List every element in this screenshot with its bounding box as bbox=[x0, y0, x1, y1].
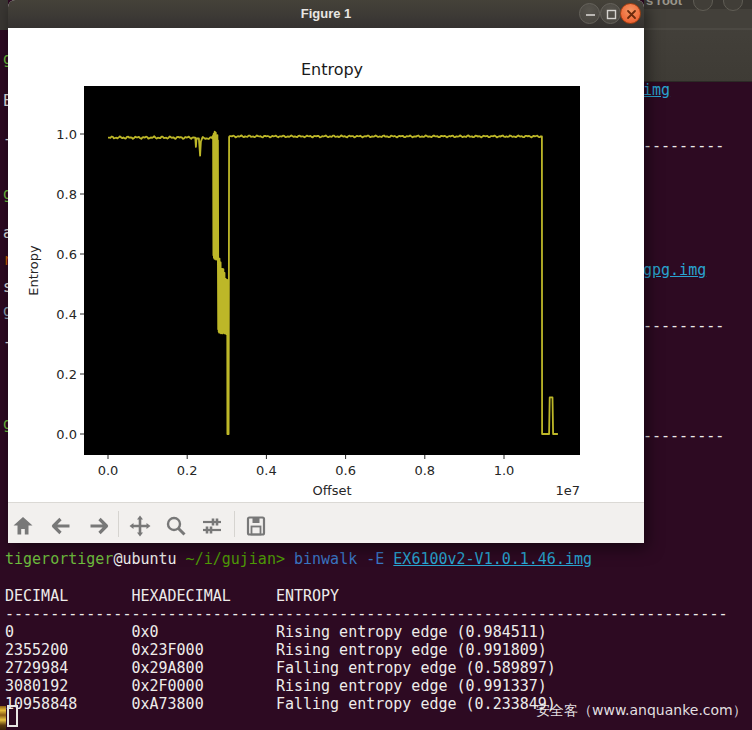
scrollback-separator: --------- bbox=[643, 317, 724, 335]
chart-title: Entropy bbox=[301, 60, 363, 79]
y-tick-label: 0.8 bbox=[56, 187, 77, 202]
x-tick-label: 1.0 bbox=[494, 463, 515, 478]
scrollback-file-link[interactable]: img bbox=[643, 81, 670, 99]
prompt-path: ~/i/gujian> bbox=[177, 550, 285, 568]
prompt-user: tigerortiger bbox=[5, 550, 113, 568]
table-separator: ----------------------------------------… bbox=[5, 605, 727, 623]
y-tick-label: 0.4 bbox=[56, 307, 77, 322]
background-window-title: s root bbox=[646, 0, 682, 8]
left-edge-character: a bbox=[0, 224, 8, 242]
pan-button[interactable] bbox=[128, 514, 152, 538]
toolbar-separator bbox=[234, 511, 235, 537]
back-button[interactable] bbox=[49, 514, 73, 538]
x-axis-label: Offset bbox=[312, 483, 351, 498]
table-row: 27299840x29A800Falling entropy edge (0.5… bbox=[5, 659, 556, 677]
scrollback-file-link[interactable]: gpg.img bbox=[643, 261, 706, 279]
command-file-link[interactable]: EX6100v2-V1.0.1.46.img bbox=[393, 550, 592, 568]
forward-button[interactable] bbox=[87, 514, 111, 538]
scrollback-separator: --------- bbox=[643, 137, 724, 155]
prompt-command: binwalk -E bbox=[285, 550, 393, 568]
table-row: 00x0Rising entropy edge (0.984511) bbox=[5, 623, 547, 641]
y-tick-label: 0.2 bbox=[56, 367, 77, 382]
left-edge-character: g bbox=[0, 302, 8, 320]
left-edge-character: E bbox=[0, 92, 8, 110]
minimize-button[interactable] bbox=[579, 3, 600, 24]
prompt-host: @ubuntu bbox=[113, 550, 176, 568]
x-tick-label: 0.0 bbox=[98, 463, 119, 478]
figure-toolbar bbox=[8, 502, 644, 543]
left-edge-character: - bbox=[0, 130, 8, 148]
table-header-decimal: DECIMAL bbox=[5, 587, 131, 605]
background-window-corner bbox=[0, 0, 8, 30]
partial-icon bbox=[0, 706, 6, 730]
table-header-hexadecimal: HEXADECIMAL bbox=[131, 587, 275, 605]
background-window-header: s root bbox=[644, 0, 752, 82]
x-tick-label: 0.6 bbox=[335, 463, 356, 478]
table-header-row: DECIMALHEXADECIMALENTROPY bbox=[5, 587, 339, 605]
figure-canvas[interactable]: Entropy 0.0 0.2 0.4 0.6 0.8 1.0 0.0 0.2 0.4 0.6 0.8… bbox=[8, 28, 644, 502]
toolbar-separator bbox=[118, 511, 119, 537]
close-button[interactable] bbox=[620, 3, 641, 24]
left-edge-character: r bbox=[0, 251, 8, 269]
left-edge-character: - bbox=[0, 333, 8, 351]
watermark: 安全客（www.anquanke.com） bbox=[536, 702, 747, 720]
y-axis-label: Entropy bbox=[26, 245, 41, 296]
table-row: 109588480xA73800Falling entropy edge (0.… bbox=[5, 695, 556, 713]
background-window-titlebar bbox=[644, 9, 752, 28]
left-edge-character: g bbox=[0, 185, 8, 203]
y-tick-label: 0.6 bbox=[56, 247, 77, 262]
plot-area bbox=[84, 86, 580, 455]
maximize-button[interactable] bbox=[600, 3, 621, 24]
table-row: 30801920x2F0000Rising entropy edge (0.99… bbox=[5, 677, 547, 695]
x-axis-scale: 1e7 bbox=[555, 483, 580, 498]
terminal-cursor bbox=[7, 705, 18, 727]
scrollback-separator: --------- bbox=[643, 427, 724, 445]
save-button[interactable] bbox=[244, 514, 268, 538]
left-edge-character: g bbox=[0, 415, 8, 433]
x-tick-label: 0.2 bbox=[177, 463, 198, 478]
table-row: 23552000x23F000Rising entropy edge (0.99… bbox=[5, 641, 547, 659]
background-window-divider bbox=[644, 28, 752, 30]
zoom-button[interactable] bbox=[164, 514, 188, 538]
figure-titlebar[interactable]: Figure 1 bbox=[8, 0, 644, 28]
configure-subplots-button[interactable] bbox=[200, 514, 224, 538]
y-tick-label: 0.0 bbox=[56, 427, 77, 442]
table-header-entropy: ENTROPY bbox=[276, 587, 339, 605]
figure-window: Figure 1 Entropy 0.0 0.2 0.4 0.6 0.8 1.0 0.0 0.2… bbox=[8, 0, 644, 543]
desktop: s root gE-garsg-g img---------gpg.img---… bbox=[0, 0, 752, 730]
left-edge-character: s bbox=[0, 278, 8, 296]
x-tick-label: 0.8 bbox=[414, 463, 435, 478]
y-tick-label: 1.0 bbox=[56, 127, 77, 142]
home-button[interactable] bbox=[11, 514, 35, 538]
terminal-prompt-line: tigerortiger@ubuntu ~/i/gujian> binwalk … bbox=[5, 550, 592, 568]
x-tick-label: 0.4 bbox=[256, 463, 277, 478]
figure-title: Figure 1 bbox=[8, 6, 644, 21]
left-edge-character: g bbox=[0, 50, 8, 68]
